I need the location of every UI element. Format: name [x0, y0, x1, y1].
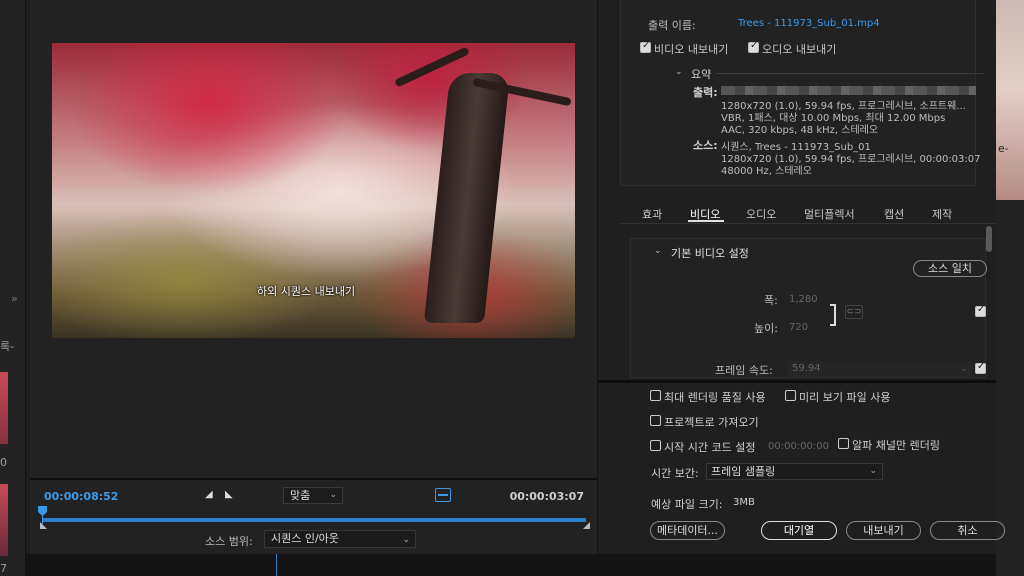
redacted-path — [721, 86, 976, 95]
background-thumbnail — [0, 372, 8, 444]
scrollbar-thumb[interactable] — [986, 226, 992, 252]
max-render-quality-label: 최대 렌더링 품질 사용 — [664, 391, 766, 404]
chevron-down-icon: ⌄ — [960, 364, 968, 374]
background-label: 록- — [0, 340, 15, 353]
in-point-handle[interactable] — [40, 522, 47, 529]
fit-dropdown-value: 맞춤 — [290, 489, 311, 502]
summary-source-line: 48000 Hz, 스테레오 — [721, 166, 812, 177]
tab-audio[interactable]: 오디오 — [746, 206, 776, 222]
export-settings-dialog: 하외 시퀀스 내보내기 00:00:08:52 ◢ ◣ 맞춤 ⌄ 00:00:0… — [30, 0, 1005, 554]
source-range-value: 시퀀스 인/아웃 — [271, 532, 339, 545]
source-range-dropdown[interactable]: 시퀀스 인/아웃 ⌄ — [264, 530, 416, 548]
chevron-down-icon[interactable]: ⌄ — [654, 246, 662, 256]
source-range-label: 소스 범위: — [205, 535, 253, 548]
background-number: 0 — [0, 456, 7, 469]
chevron-down-icon: ⌄ — [329, 490, 337, 500]
summary-output-key: 출력: — [693, 86, 718, 99]
duration-timecode: 00:00:03:07 — [509, 490, 584, 503]
background-timeline — [26, 554, 996, 576]
background-number: 7 — [0, 562, 7, 575]
mark-in-icon[interactable]: ◢ — [205, 489, 213, 500]
import-into-project-checkbox[interactable] — [650, 415, 661, 426]
background-thumbnail — [0, 484, 8, 556]
timeline-range — [42, 518, 586, 522]
frame-rate-dropdown[interactable]: 59.94 ⌄ — [788, 361, 972, 377]
render-alpha-only-label: 알파 채널만 렌더링 — [852, 439, 940, 452]
height-field[interactable]: 720 — [789, 322, 808, 333]
preview-subtitle: 하외 시퀀스 내보내기 — [257, 285, 356, 298]
background-panel-left: » 록- 0 7 — [0, 0, 26, 576]
aspect-correction-icon[interactable] — [435, 488, 451, 502]
background-playhead — [276, 554, 277, 576]
set-start-timecode-label: 시작 시간 코드 설정 — [664, 441, 756, 454]
fit-dropdown[interactable]: 맞춤 ⌄ — [283, 487, 343, 504]
dimension-link-bracket — [830, 304, 836, 326]
export-audio-checkbox[interactable] — [748, 40, 759, 53]
basic-video-settings-title: 기본 비디오 설정 — [671, 247, 749, 260]
frame-rate-label: 프레임 속도: — [715, 364, 773, 377]
export-audio-label: 오디오 내보내기 — [762, 43, 837, 56]
set-start-timecode-checkbox[interactable] — [650, 440, 661, 451]
use-previews-checkbox[interactable] — [785, 390, 796, 401]
cancel-button[interactable]: 취소 — [930, 521, 1005, 540]
chevron-down-icon: ⌄ — [869, 466, 877, 476]
chevron-down-icon: ⌄ — [402, 535, 410, 545]
output-name-link[interactable]: Trees - 111973_Sub_01.mp4 — [738, 18, 880, 29]
use-previews-label: 미리 보기 파일 사용 — [799, 391, 891, 404]
estimated-size-label: 예상 파일 크기: — [651, 498, 723, 511]
match-source-button[interactable]: 소스 일치 — [913, 260, 987, 277]
out-point-handle[interactable] — [583, 522, 590, 529]
estimated-size-value: 3MB — [733, 497, 755, 508]
preview-timeline[interactable] — [38, 506, 590, 529]
video-preview: 하외 시퀀스 내보내기 — [52, 43, 575, 338]
time-interpolation-label: 시간 보간: — [651, 467, 699, 480]
tab-captions[interactable]: 캡션 — [884, 206, 904, 222]
mark-out-icon[interactable]: ◣ — [225, 489, 233, 500]
settings-tabs: 효과 비디오 오디오 멀티플렉서 캡션 제작 — [620, 200, 996, 224]
tab-multiplexer[interactable]: 멀티플렉서 — [804, 206, 855, 222]
metadata-button[interactable]: 메타데이터... — [650, 521, 725, 540]
tab-effects[interactable]: 효과 — [642, 206, 662, 222]
panel-divider[interactable] — [598, 380, 996, 383]
chevron-down-icon[interactable]: ⌄ — [675, 67, 683, 77]
summary-divider — [716, 73, 984, 74]
render-alpha-only-checkbox[interactable] — [838, 438, 849, 449]
preview-panel: 하외 시퀀스 내보내기 00:00:08:52 ◢ ◣ 맞춤 ⌄ 00:00:0… — [30, 0, 598, 554]
output-name-label: 출력 이름: — [648, 19, 696, 32]
background-preview — [996, 0, 1024, 200]
summary-output-line: AAC, 320 kbps, 48 kHz, 스테레오 — [721, 125, 879, 136]
height-label: 높이: — [754, 322, 778, 335]
background-panel-right: e- — [996, 0, 1024, 576]
link-icon[interactable]: ⊂⊃ — [845, 305, 863, 319]
tab-publish[interactable]: 제작 — [932, 206, 952, 222]
time-interpolation-dropdown[interactable]: 프레임 샘플링 ⌄ — [706, 463, 883, 480]
export-video-checkbox[interactable] — [640, 40, 651, 53]
time-interpolation-value: 프레임 샘플링 — [711, 465, 776, 478]
summary-title: 요약 — [691, 68, 712, 81]
collapse-icon[interactable]: » — [11, 292, 18, 305]
background-label: e- — [998, 142, 1009, 155]
start-timecode-field[interactable]: 00:00:00:00 — [768, 441, 829, 452]
timecode-bar: 00:00:08:52 ◢ ◣ 맞춤 ⌄ 00:00:03:07 — [30, 478, 598, 508]
current-timecode[interactable]: 00:00:08:52 — [44, 490, 118, 503]
export-button[interactable]: 내보내기 — [846, 521, 921, 540]
queue-button[interactable]: 대기열 — [761, 521, 837, 540]
settings-scrollbar[interactable] — [985, 222, 993, 380]
frame-rate-value: 59.94 — [792, 363, 821, 374]
preview-image-tree — [423, 73, 511, 323]
max-render-quality-checkbox[interactable] — [650, 390, 661, 401]
settings-panel: 출력 이름: Trees - 111973_Sub_01.mp4 비디오 내보내… — [598, 0, 1005, 554]
width-field[interactable]: 1,280 — [789, 294, 818, 305]
active-tab-indicator — [688, 220, 724, 222]
width-label: 폭: — [764, 294, 778, 307]
app-root: » 록- 0 7 e- 하외 시퀀스 내보내기 00:00:08:52 ◢ ◣ … — [0, 0, 1024, 576]
import-into-project-label: 프로젝트로 가져오기 — [664, 416, 759, 429]
summary-source-key: 소스: — [693, 139, 718, 152]
export-video-label: 비디오 내보내기 — [654, 43, 729, 56]
